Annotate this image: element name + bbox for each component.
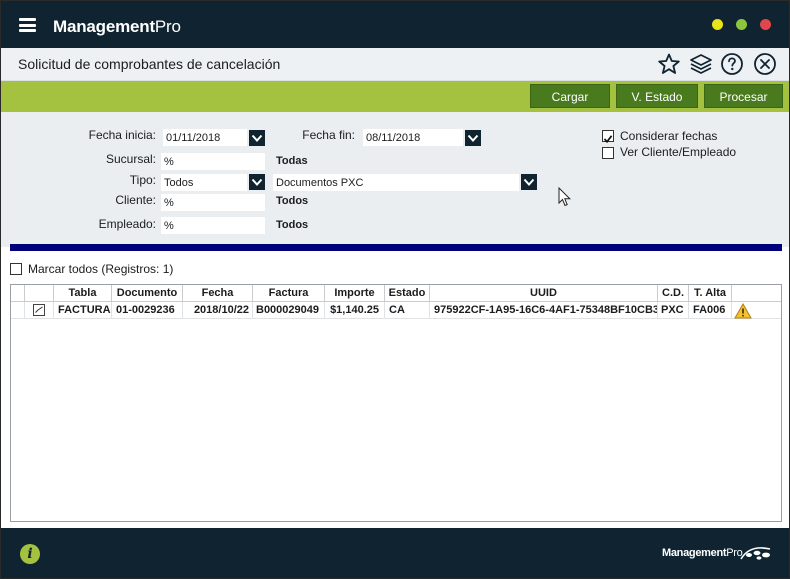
cliente-description: Todos xyxy=(276,195,309,207)
empleado-description: Todos xyxy=(276,219,309,231)
cell-uuid: 975922CF-1A95-16C6-4AF1-75348BF10CB3 xyxy=(430,302,658,319)
filter-panel: Fecha inicia: Fecha fin: Sucursal: Todas… xyxy=(1,112,789,247)
documents-table: Tabla Documento Fecha Factura Importe Es… xyxy=(10,284,782,522)
sucursal-description: Todas xyxy=(276,155,308,167)
procesar-button[interactable]: Procesar xyxy=(704,84,783,108)
header-estado[interactable]: Estado xyxy=(385,285,430,302)
close-icon[interactable] xyxy=(753,52,777,76)
star-icon[interactable] xyxy=(657,52,681,76)
cell-tabla: FACTURA xyxy=(54,302,112,319)
minimize-button[interactable] xyxy=(712,19,723,30)
chevron-down-icon xyxy=(251,134,263,142)
header-status xyxy=(732,285,781,302)
header-factura[interactable]: Factura xyxy=(253,285,325,302)
cell-estado: CA xyxy=(385,302,430,319)
close-window-button[interactable] xyxy=(760,19,771,30)
brand-logo-icon xyxy=(740,547,771,560)
page-header: Solicitud de comprobantes de cancelación xyxy=(1,48,789,81)
cell-importe: $1,140.25 xyxy=(325,302,385,319)
layers-icon[interactable] xyxy=(689,52,713,76)
tipo-dropdown[interactable] xyxy=(249,174,265,190)
ver-cliente-empleado-checkbox[interactable] xyxy=(602,147,614,159)
ver-cliente-empleado-label: Ver Cliente/Empleado xyxy=(620,145,737,159)
checkmark-icon xyxy=(603,135,613,144)
action-bar: Cargar V. Estado Procesar xyxy=(1,81,789,112)
footer: i ManagementPro xyxy=(1,528,789,578)
tipo-documento-select[interactable] xyxy=(273,174,519,191)
footer-brand-bold: Management xyxy=(662,547,727,559)
cargar-button[interactable]: Cargar xyxy=(530,84,610,108)
table-header: Tabla Documento Fecha Factura Importe Es… xyxy=(11,285,781,302)
mark-all-checkbox[interactable] xyxy=(10,263,22,275)
page-title: Solicitud de comprobantes de cancelación xyxy=(18,56,281,72)
header-cd[interactable]: C.D. xyxy=(658,285,689,302)
header-tabla[interactable]: Tabla xyxy=(54,285,112,302)
tipo-documento-dropdown[interactable] xyxy=(521,174,537,190)
fecha-fin-input[interactable] xyxy=(363,129,463,146)
empleado-label: Empleado: xyxy=(98,217,156,231)
fecha-inicia-dropdown[interactable] xyxy=(249,130,265,146)
tipo-select[interactable] xyxy=(161,174,247,191)
title-bar: ManagementPro xyxy=(1,1,789,48)
app-brand: ManagementPro xyxy=(53,17,181,37)
help-icon[interactable] xyxy=(720,52,744,76)
chevron-down-icon xyxy=(467,134,479,142)
brand-bold: Management xyxy=(53,17,155,36)
cell-factura: B000029049 xyxy=(253,302,325,319)
mouse-cursor-icon xyxy=(558,187,572,207)
header-fecha[interactable]: Fecha xyxy=(183,285,253,302)
maximize-button[interactable] xyxy=(736,19,747,30)
row-select-cell[interactable] xyxy=(25,302,54,319)
sucursal-label: Sucursal: xyxy=(105,152,156,166)
row-checkbox-icon[interactable] xyxy=(33,304,45,316)
cliente-label: Cliente: xyxy=(115,193,156,207)
cell-documento: 01-0029236 xyxy=(112,302,183,319)
footer-brand: ManagementPro xyxy=(662,547,743,559)
section-divider xyxy=(10,244,782,251)
row-blank-cell xyxy=(11,302,25,319)
header-t-alta[interactable]: T. Alta xyxy=(689,285,732,302)
cliente-input[interactable] xyxy=(161,194,265,211)
warning-icon[interactable] xyxy=(734,302,752,319)
fecha-fin-label: Fecha fin: xyxy=(302,128,355,142)
fecha-inicia-label: Fecha inicia: xyxy=(88,128,156,142)
info-icon[interactable]: i xyxy=(20,544,40,564)
cell-fecha: 2018/10/22 xyxy=(183,302,253,319)
considerar-fechas-checkbox[interactable] xyxy=(602,130,614,144)
table-row[interactable]: FACTURA 01-0029236 2018/10/22 B000029049… xyxy=(11,302,781,319)
cell-status xyxy=(732,302,781,319)
fecha-inicia-input[interactable] xyxy=(163,129,247,146)
cell-cd: PXC xyxy=(658,302,689,319)
app-window: ManagementPro Solicitud de comprobantes … xyxy=(0,0,790,579)
cell-t-alta: FA006 xyxy=(689,302,732,319)
header-documento[interactable]: Documento xyxy=(112,285,183,302)
header-uuid[interactable]: UUID xyxy=(430,285,658,302)
brand-light: Pro xyxy=(154,17,181,36)
chevron-down-icon xyxy=(523,178,535,186)
menu-icon[interactable] xyxy=(19,18,36,32)
tipo-label: Tipo: xyxy=(129,173,156,187)
chevron-down-icon xyxy=(251,178,263,186)
v-estado-button[interactable]: V. Estado xyxy=(616,84,698,108)
header-select xyxy=(25,285,54,302)
header-importe[interactable]: Importe xyxy=(325,285,385,302)
fecha-fin-dropdown[interactable] xyxy=(465,130,481,146)
header-blank xyxy=(11,285,25,302)
mark-all-label: Marcar todos (Registros: 1) xyxy=(28,262,174,276)
considerar-fechas-label: Considerar fechas xyxy=(620,129,718,143)
sucursal-input[interactable] xyxy=(161,153,265,170)
empleado-input[interactable] xyxy=(161,217,265,234)
